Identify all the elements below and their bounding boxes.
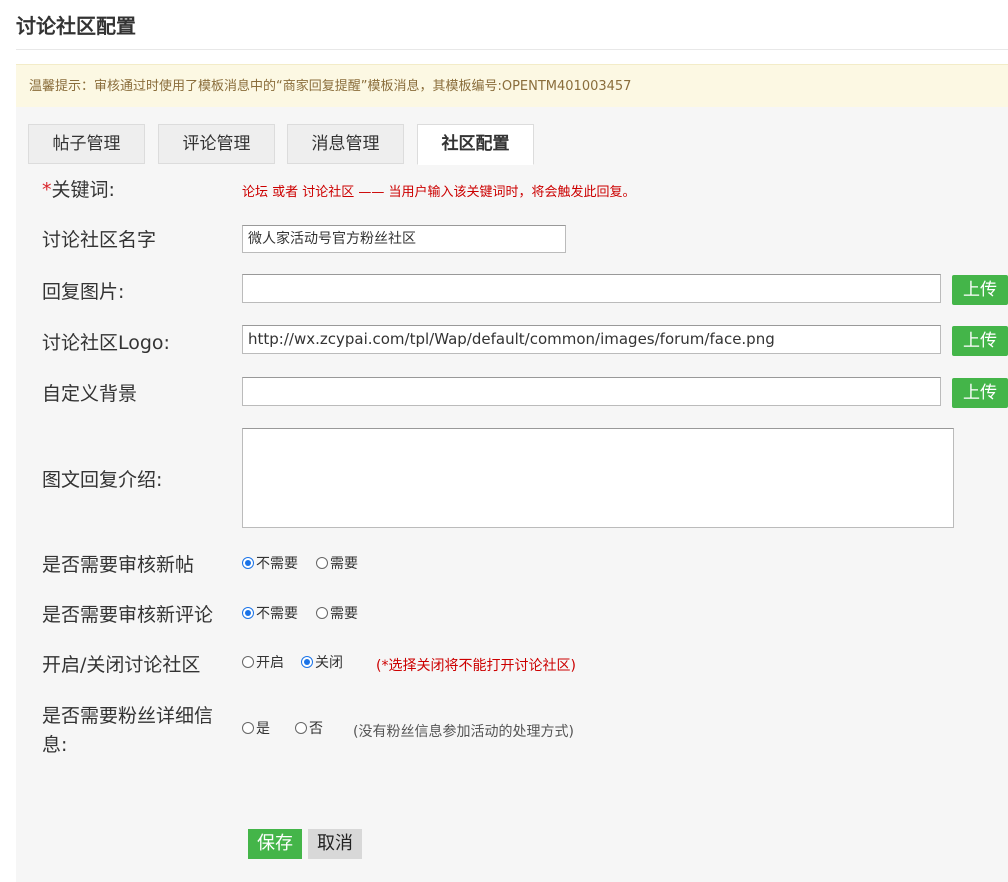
cancel-button[interactable]: 取消 [308, 829, 362, 859]
keyword-label-text: 关键词: [51, 179, 115, 201]
fan-details-option-yes-label: 是 [256, 721, 270, 737]
radio-icon[interactable] [242, 557, 254, 569]
logo-label: 讨论社区Logo: [42, 332, 170, 354]
review-comments-option-no[interactable]: 不需要 [242, 605, 298, 623]
radio-icon[interactable] [295, 722, 307, 734]
keyword-label: *关键词: [42, 177, 115, 203]
radio-icon[interactable] [242, 656, 254, 668]
review-comments-option-no-label: 不需要 [256, 606, 298, 622]
reply-image-input[interactable] [242, 274, 941, 303]
title-divider [16, 49, 1008, 50]
reply-image-label: 回复图片: [42, 281, 125, 303]
tab-comment-management[interactable]: 评论管理 [158, 124, 275, 164]
review-comments-option-yes-label: 需要 [330, 606, 358, 622]
fan-details-label-line2: 息: [42, 734, 68, 756]
save-button[interactable]: 保存 [248, 829, 302, 859]
intro-textarea[interactable] [242, 428, 954, 528]
radio-icon[interactable] [242, 607, 254, 619]
community-name-label: 讨论社区名字 [42, 229, 157, 251]
review-comments-label: 是否需要审核新评论 [42, 604, 214, 626]
tab-community-settings[interactable]: 社区配置 [417, 124, 534, 165]
radio-icon[interactable] [301, 656, 313, 668]
reply-image-upload-button[interactable]: 上传 [952, 275, 1008, 305]
review-posts-option-yes-label: 需要 [330, 556, 358, 572]
intro-label: 图文回复介绍: [42, 469, 163, 491]
background-input[interactable] [242, 377, 941, 406]
review-posts-option-no-label: 不需要 [256, 556, 298, 572]
fan-details-option-no[interactable]: 否 [295, 720, 323, 738]
toggle-community-option-open[interactable]: 开启 [242, 654, 284, 672]
required-mark: * [42, 179, 52, 201]
notice-banner: 温馨提示：审核通过时使用了模板消息中的“商家回复提醒”模板消息，其模板编号:OP… [16, 64, 1008, 107]
logo-url-input[interactable]: http://wx.zcypai.com/tpl/Wap/default/com… [242, 325, 941, 354]
toggle-community-option-close[interactable]: 关闭 [301, 654, 343, 672]
background-upload-button[interactable]: 上传 [952, 378, 1008, 408]
radio-icon[interactable] [242, 722, 254, 734]
fan-details-option-yes[interactable]: 是 [242, 720, 270, 738]
review-posts-option-no[interactable]: 不需要 [242, 555, 298, 573]
toggle-community-option-close-label: 关闭 [315, 655, 343, 671]
community-name-input[interactable]: 微人家活动号官方粉丝社区 [242, 225, 566, 253]
tab-message-management[interactable]: 消息管理 [287, 124, 404, 164]
fan-details-hint: (没有粉丝信息参加活动的处理方式) [353, 724, 574, 740]
radio-icon[interactable] [316, 607, 328, 619]
toggle-community-hint: (*选择关闭将不能打开讨论社区) [376, 658, 576, 674]
toggle-community-option-open-label: 开启 [256, 655, 284, 671]
logo-upload-button[interactable]: 上传 [952, 326, 1008, 356]
page-title: 讨论社区配置 [16, 14, 136, 38]
toggle-community-label: 开启/关闭讨论社区 [42, 654, 201, 676]
radio-icon[interactable] [316, 557, 328, 569]
review-posts-label: 是否需要审核新帖 [42, 554, 195, 576]
fan-details-option-no-label: 否 [309, 721, 323, 737]
background-label: 自定义背景 [42, 383, 138, 405]
keyword-hint: 论坛 或者 讨论社区 —— 当用户输入该关键词时，将会触发此回复。 [242, 185, 636, 200]
review-comments-option-yes[interactable]: 需要 [316, 605, 358, 623]
review-posts-option-yes[interactable]: 需要 [316, 555, 358, 573]
fan-details-label-line1: 是否需要粉丝详细信 [42, 705, 214, 727]
tab-post-management[interactable]: 帖子管理 [28, 124, 145, 164]
